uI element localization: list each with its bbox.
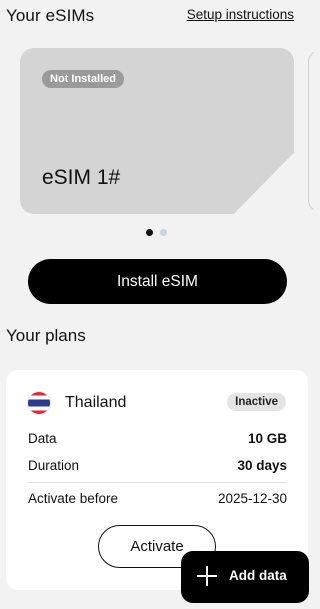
plan-status-badge: Inactive: [227, 393, 286, 411]
esim-status-badge: Not Installed: [42, 70, 125, 88]
plan-data-value: 10 GB: [247, 431, 287, 446]
next-esim-card[interactable]: [308, 50, 314, 212]
plan-divider: [28, 482, 287, 483]
plan-activate-before-row: Activate before 2025-12-30: [28, 491, 287, 511]
header: Your eSIMs Setup instructions: [0, 0, 314, 30]
pagination-dot-active[interactable]: [146, 229, 153, 236]
plans-section-title: Your plans: [6, 326, 86, 345]
esim-card[interactable]: Not Installed eSIM 1#: [20, 48, 294, 214]
plus-icon: [197, 566, 217, 586]
install-esim-button[interactable]: Install eSIM: [28, 259, 287, 304]
pagination-dot[interactable]: [160, 229, 167, 236]
add-data-button[interactable]: Add data: [181, 551, 309, 603]
plan-country: Thailand: [65, 394, 127, 411]
plan-data-row: Data 10 GB: [28, 431, 287, 451]
plan-duration-row: Duration 30 days: [28, 458, 287, 478]
plan-duration-label: Duration: [28, 458, 80, 473]
esim-name: eSIM 1#: [42, 166, 121, 189]
add-data-label: Add data: [229, 568, 287, 583]
carousel-pagination: [0, 229, 314, 237]
page-title: Your eSIMs: [6, 6, 95, 25]
plan-activate-before-value: 2025-12-30: [217, 491, 287, 506]
plan-data-label: Data: [28, 431, 57, 446]
setup-instructions-link[interactable]: Setup instructions: [187, 7, 294, 22]
plan-duration-value: 30 days: [237, 458, 287, 473]
plan-activate-before-label: Activate before: [28, 491, 119, 506]
esim-carousel[interactable]: Not Installed eSIM 1#: [0, 48, 314, 218]
thailand-flag-icon: [28, 392, 50, 414]
